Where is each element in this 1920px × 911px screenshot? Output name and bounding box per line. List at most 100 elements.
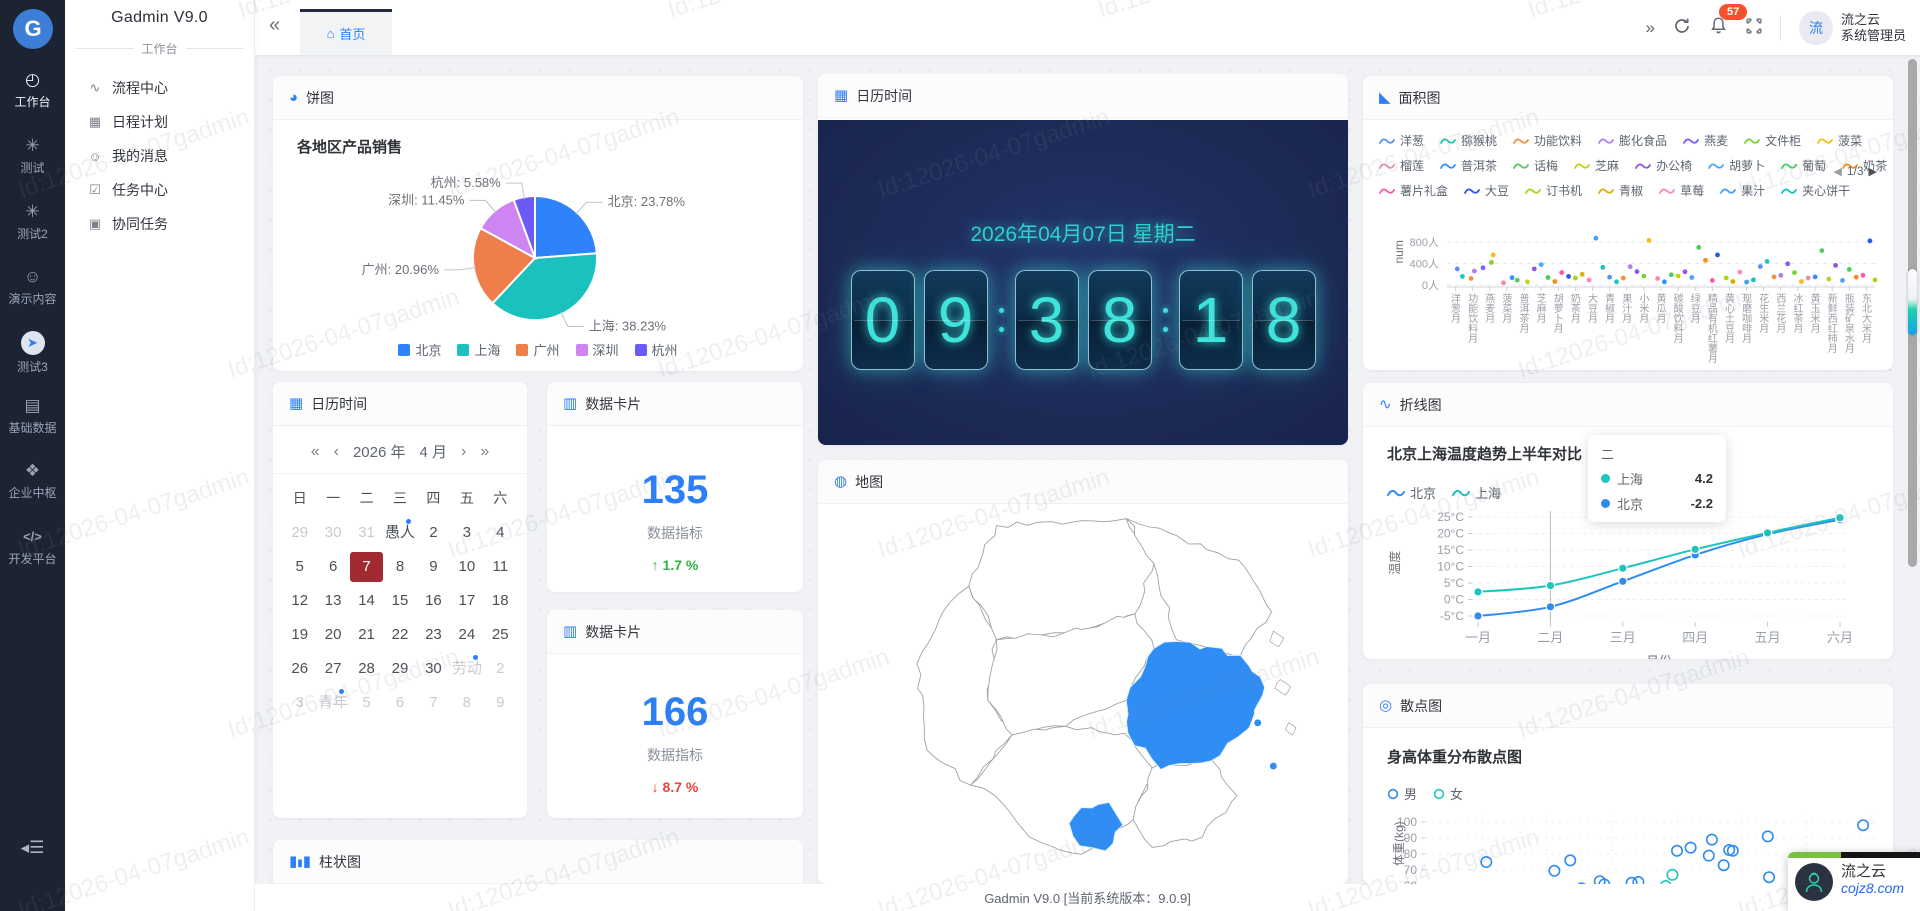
legend-item-膨化食品[interactable]: 膨化食品 [1598, 132, 1667, 149]
data-point[interactable] [1655, 276, 1660, 281]
legend-item-榴莲[interactable]: 榴莲 [1379, 157, 1424, 174]
data-point[interactable] [1799, 279, 1804, 284]
sidebar-item-测试[interactable]: ✳测试 [0, 136, 65, 176]
data-point[interactable] [1861, 273, 1866, 278]
calendar-day-28[interactable]: 28 [350, 654, 383, 684]
sidebar-item-测试3[interactable]: ➤测试3 [0, 331, 65, 375]
data-point[interactable] [1847, 267, 1852, 272]
calendar-day-2[interactable]: 2 [417, 518, 450, 548]
legend-item-普洱茶[interactable]: 普洱茶 [1440, 157, 1497, 174]
calendar-day-15[interactable]: 15 [383, 586, 416, 616]
line-series-上海[interactable] [1478, 518, 1840, 592]
data-point[interactable] [1600, 265, 1605, 270]
menu-item-协同任务[interactable]: ▣协同任务 [65, 207, 254, 241]
legend-item-薯片礼盒[interactable]: 薯片礼盒 [1379, 182, 1448, 199]
data-point[interactable] [1619, 577, 1627, 585]
data-point[interactable] [1469, 276, 1474, 281]
calendar-day-10[interactable]: 10 [450, 552, 483, 582]
data-point[interactable] [1854, 275, 1859, 280]
legend-next-icon[interactable]: ▶ [1869, 165, 1877, 178]
legend-item-胡萝卜[interactable]: 胡萝卜 [1708, 157, 1765, 174]
data-point[interactable] [1691, 545, 1699, 553]
calendar-day-8[interactable]: 8 [383, 552, 416, 582]
data-point[interactable] [1489, 260, 1494, 265]
data-point[interactable] [1633, 877, 1643, 884]
scrollbar[interactable] [1907, 55, 1917, 911]
area-chart[interactable]: 800人400人0人num洋葱月功能饮料月燕麦月菠菜月普洱茶月芝麻月胡萝卜月奶茶… [1363, 206, 1893, 370]
data-point[interactable] [1565, 855, 1575, 865]
data-point[interactable] [1873, 278, 1878, 283]
data-point[interactable] [1689, 275, 1694, 280]
data-point[interactable] [1833, 263, 1838, 268]
calendar-day-6[interactable]: 6 [316, 552, 349, 582]
notifications-button[interactable]: 57 [1709, 16, 1728, 40]
collapse-sidebar-icon[interactable]: « [269, 14, 280, 37]
data-point[interactable] [1826, 277, 1831, 282]
calendar-next-year[interactable]: » [480, 443, 489, 461]
legend-item-葡萄[interactable]: 葡萄 [1781, 157, 1826, 174]
data-point[interactable] [1546, 275, 1551, 280]
legend-item-功能饮料[interactable]: 功能饮料 [1513, 132, 1582, 149]
data-point[interactable] [1763, 831, 1773, 841]
menu-item-我的消息[interactable]: ☺我的消息 [65, 139, 254, 173]
sidebar-item-企业中枢[interactable]: ❖企业中枢 [0, 461, 65, 501]
data-point[interactable] [1642, 274, 1647, 279]
calendar-day-劳动[interactable]: 劳动 [450, 654, 483, 684]
menu-item-流程中心[interactable]: ∿流程中心 [65, 71, 254, 105]
data-point[interactable] [1751, 278, 1756, 283]
data-point[interactable] [1772, 275, 1777, 280]
app-logo[interactable]: G [13, 9, 53, 49]
legend-item-女[interactable]: 女 [1433, 784, 1463, 803]
data-point[interactable] [1737, 270, 1742, 275]
calendar-day-21[interactable]: 21 [350, 620, 383, 650]
calendar-day-27[interactable]: 27 [316, 654, 349, 684]
data-point[interactable] [1676, 274, 1681, 279]
calendar-day-30[interactable]: 30 [316, 518, 349, 548]
vendor-site-link[interactable]: cojz8.com [1841, 880, 1904, 897]
calendar-day-29[interactable]: 29 [383, 654, 416, 684]
data-point[interactable] [1758, 264, 1763, 269]
calendar-day-3[interactable]: 3 [283, 688, 316, 718]
calendar-day-24[interactable]: 24 [450, 620, 483, 650]
data-point[interactable] [1731, 279, 1736, 284]
calendar-day-11[interactable]: 11 [484, 552, 517, 582]
calendar-next-month[interactable]: › [461, 443, 466, 461]
vendor-popup[interactable]: 流之云 cojz8.com [1788, 852, 1920, 911]
data-point[interactable] [1481, 857, 1491, 867]
refresh-icon[interactable] [1673, 17, 1691, 38]
legend-item-猕猴桃[interactable]: 猕猴桃 [1440, 132, 1497, 149]
legend-item-大豆[interactable]: 大豆 [1464, 182, 1509, 199]
calendar-day-17[interactable]: 17 [450, 586, 483, 616]
data-point[interactable] [1481, 265, 1486, 270]
calendar-day-19[interactable]: 19 [283, 620, 316, 650]
calendar-day-3[interactable]: 3 [450, 518, 483, 548]
data-point[interactable] [1662, 279, 1667, 284]
data-point[interactable] [1532, 267, 1537, 272]
sidebar-item-开发平台[interactable]: </>开发平台 [0, 527, 65, 567]
legend-item-燕麦[interactable]: 燕麦 [1683, 132, 1728, 149]
legend-item-话梅[interactable]: 话梅 [1513, 157, 1558, 174]
calendar-day-16[interactable]: 16 [417, 586, 450, 616]
calendar-day-青年[interactable]: 青年 [316, 688, 349, 718]
calendar-day-13[interactable]: 13 [316, 586, 349, 616]
sidebar-item-测试2[interactable]: ✳测试2 [0, 202, 65, 242]
fullscreen-icon[interactable] [1746, 18, 1762, 37]
legend-item-男[interactable]: 男 [1387, 784, 1417, 803]
data-point[interactable] [1764, 872, 1774, 882]
data-point[interactable] [1501, 280, 1506, 285]
calendar-day-5[interactable]: 5 [350, 688, 383, 718]
data-point[interactable] [1840, 278, 1845, 283]
legend-item-夹心饼干[interactable]: 夹心饼干 [1781, 182, 1850, 199]
calendar-prev-year[interactable]: « [311, 443, 320, 461]
data-point[interactable] [1619, 564, 1627, 572]
calendar-day-8[interactable]: 8 [450, 688, 483, 718]
sidebar-item-演示内容[interactable]: ☺演示内容 [0, 267, 65, 307]
sidebar-item-基础数据[interactable]: ▤基础数据 [0, 396, 65, 436]
calendar-day-愚人[interactable]: 愚人 [383, 518, 416, 548]
calendar-day-20[interactable]: 20 [316, 620, 349, 650]
data-point[interactable] [1635, 269, 1640, 274]
data-point[interactable] [1549, 866, 1559, 876]
data-point[interactable] [1778, 273, 1783, 278]
data-point[interactable] [1858, 820, 1868, 830]
menu-item-日程计划[interactable]: ▦日程计划 [65, 105, 254, 139]
